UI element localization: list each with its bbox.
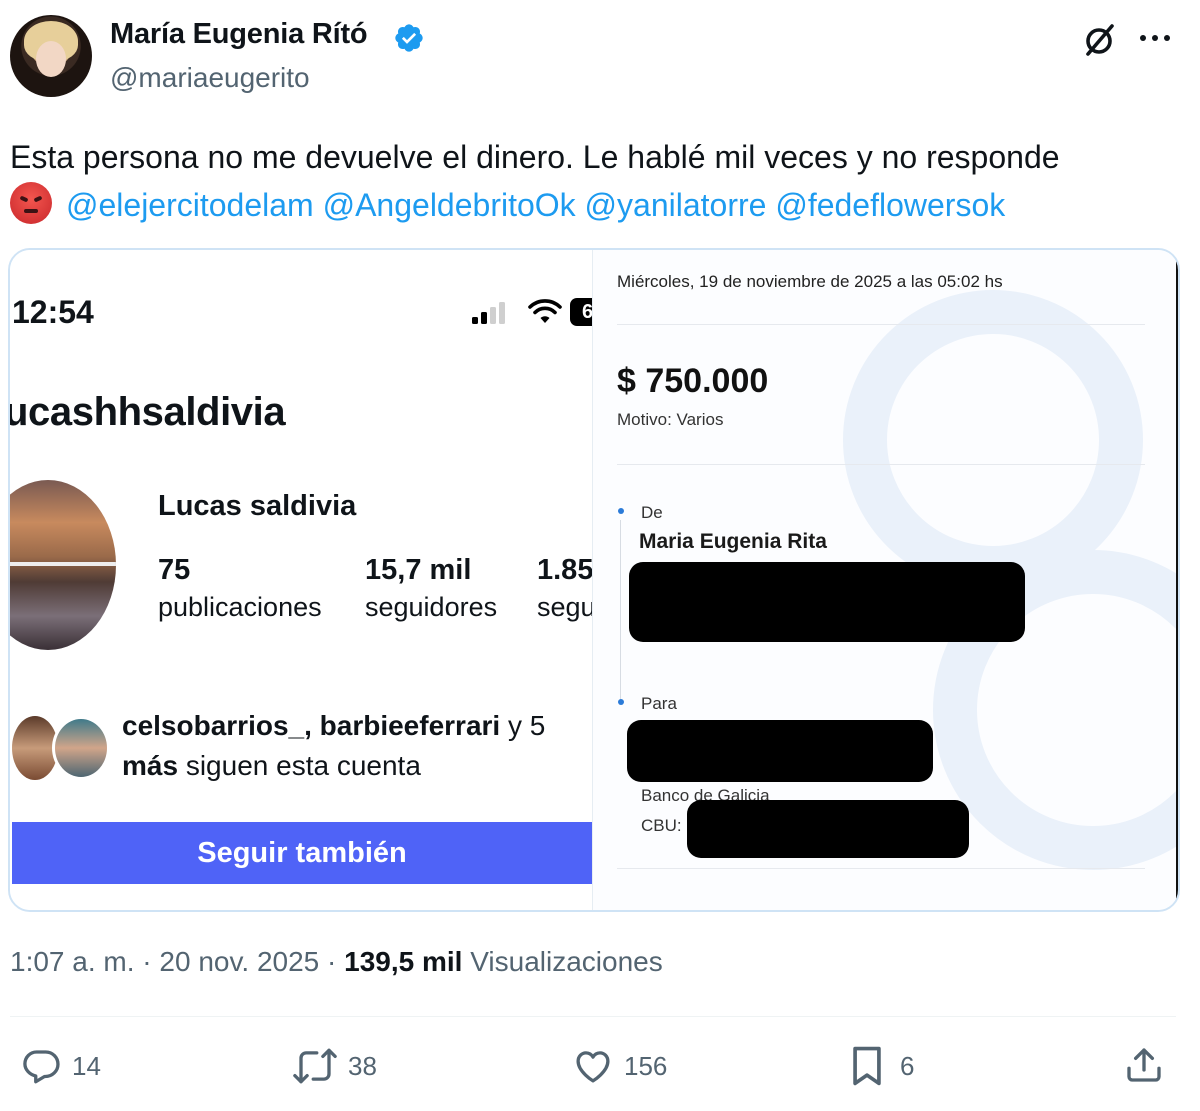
reply-icon xyxy=(23,1050,60,1084)
cbu-label: CBU: xyxy=(641,816,682,835)
separator: · xyxy=(134,946,160,977)
transfer-date: Miércoles, 19 de noviembre de 2025 a las… xyxy=(617,272,1003,291)
repost-button[interactable]: 38 xyxy=(292,1044,377,1088)
ig-following-count: 1.85 xyxy=(537,554,592,586)
author-avatar[interactable] xyxy=(10,15,92,97)
separator: · xyxy=(319,946,345,977)
followed-by-rest: siguen esta cuenta xyxy=(178,750,421,781)
like-count: 156 xyxy=(624,1050,668,1081)
timeline-line xyxy=(620,520,621,700)
instagram-screenshot: 12:54 6 ucashhsaldivia Lucas saldivia 75… xyxy=(10,250,592,910)
tweet-media[interactable]: 12:54 6 ucashhsaldivia Lucas saldivia 75… xyxy=(8,248,1180,912)
mutual-followers-avatars xyxy=(12,716,112,780)
reply-button[interactable]: 14 xyxy=(20,1044,101,1088)
ig-followers-label: seguidores xyxy=(365,592,498,622)
bank-transfer-receipt: Miércoles, 19 de noviembre de 2025 a las… xyxy=(592,250,1178,910)
tweet-date[interactable]: 20 nov. 2025 xyxy=(159,946,319,977)
repost-icon xyxy=(293,1048,337,1084)
reply-count: 14 xyxy=(72,1050,101,1081)
divider xyxy=(10,1016,1176,1017)
receipt-watermark xyxy=(843,290,1143,590)
phone-status-time: 12:54 xyxy=(12,294,94,330)
bookmark-icon xyxy=(853,1046,881,1086)
angry-face-emoji-icon xyxy=(10,182,52,224)
more-options-icon[interactable] xyxy=(1138,30,1172,46)
tweet-text: Esta persona no me devuelve el dinero. L… xyxy=(10,133,1190,229)
ig-full-name: Lucas saldivia xyxy=(158,490,357,522)
ig-followers-count: 15,7 mil xyxy=(365,554,472,586)
to-label: Para xyxy=(641,694,677,713)
ig-posts-count: 75 xyxy=(158,554,191,586)
heart-icon xyxy=(576,1051,610,1083)
bookmark-count: 6 xyxy=(900,1050,915,1081)
redacted-block xyxy=(687,800,969,858)
views-label: Visualizaciones xyxy=(470,946,663,977)
repost-count: 38 xyxy=(348,1050,377,1081)
mention-link[interactable]: @AngeldebritoOk xyxy=(323,187,576,223)
bookmark-button[interactable]: 6 xyxy=(848,1044,914,1088)
from-name: Maria Eugenia Rita xyxy=(639,530,827,553)
mention-link[interactable]: @fedeflowersok xyxy=(775,187,1005,223)
verified-badge-icon xyxy=(395,24,423,52)
share-icon[interactable] xyxy=(1124,1044,1164,1086)
transfer-amount: $ 750.000 xyxy=(617,362,769,400)
followed-by-names: celsobarrios_, barbieeferrari xyxy=(122,710,501,741)
divider xyxy=(617,324,1145,325)
mention-link[interactable]: @yanilatorre xyxy=(585,187,767,223)
wifi-icon xyxy=(528,299,562,323)
tweet-metadata: 1:07 a. m. · 20 nov. 2025 · 139,5 mil Vi… xyxy=(10,946,663,978)
timeline-dot xyxy=(618,508,624,514)
followed-by-text: celsobarrios_, barbieeferrari y 5 más sig… xyxy=(122,706,592,786)
author-display-name[interactable]: María Eugenia Rító xyxy=(110,18,368,51)
ig-profile-picture xyxy=(10,480,116,650)
redacted-block xyxy=(629,562,1025,642)
views-count: 139,5 mil xyxy=(344,946,463,977)
divider xyxy=(617,464,1145,465)
followed-by-y: y 5 xyxy=(500,710,546,741)
transfer-reason: Motivo: Varios xyxy=(617,410,724,429)
tweet-body: Esta persona no me devuelve el dinero. L… xyxy=(10,139,1060,175)
battery-icon: 6 xyxy=(570,298,592,326)
like-button[interactable]: 156 xyxy=(572,1044,667,1088)
from-label: De xyxy=(641,503,663,522)
redacted-block xyxy=(627,720,933,782)
mention-link[interactable]: @elejercitodelam xyxy=(66,187,314,223)
ig-username: ucashhsaldivia xyxy=(10,390,286,434)
grok-icon[interactable] xyxy=(1082,22,1118,58)
followed-by-mas: más xyxy=(122,750,179,781)
ig-posts-label: publicaciones xyxy=(158,592,322,622)
tweet-time[interactable]: 1:07 a. m. xyxy=(10,946,135,977)
ig-following-label: segu xyxy=(537,592,592,622)
timeline-dot xyxy=(618,699,624,705)
ig-follow-button: Seguir también xyxy=(12,822,592,884)
cell-signal-icon xyxy=(472,302,505,324)
divider xyxy=(617,868,1145,869)
author-handle[interactable]: @mariaeugerito xyxy=(110,62,310,94)
